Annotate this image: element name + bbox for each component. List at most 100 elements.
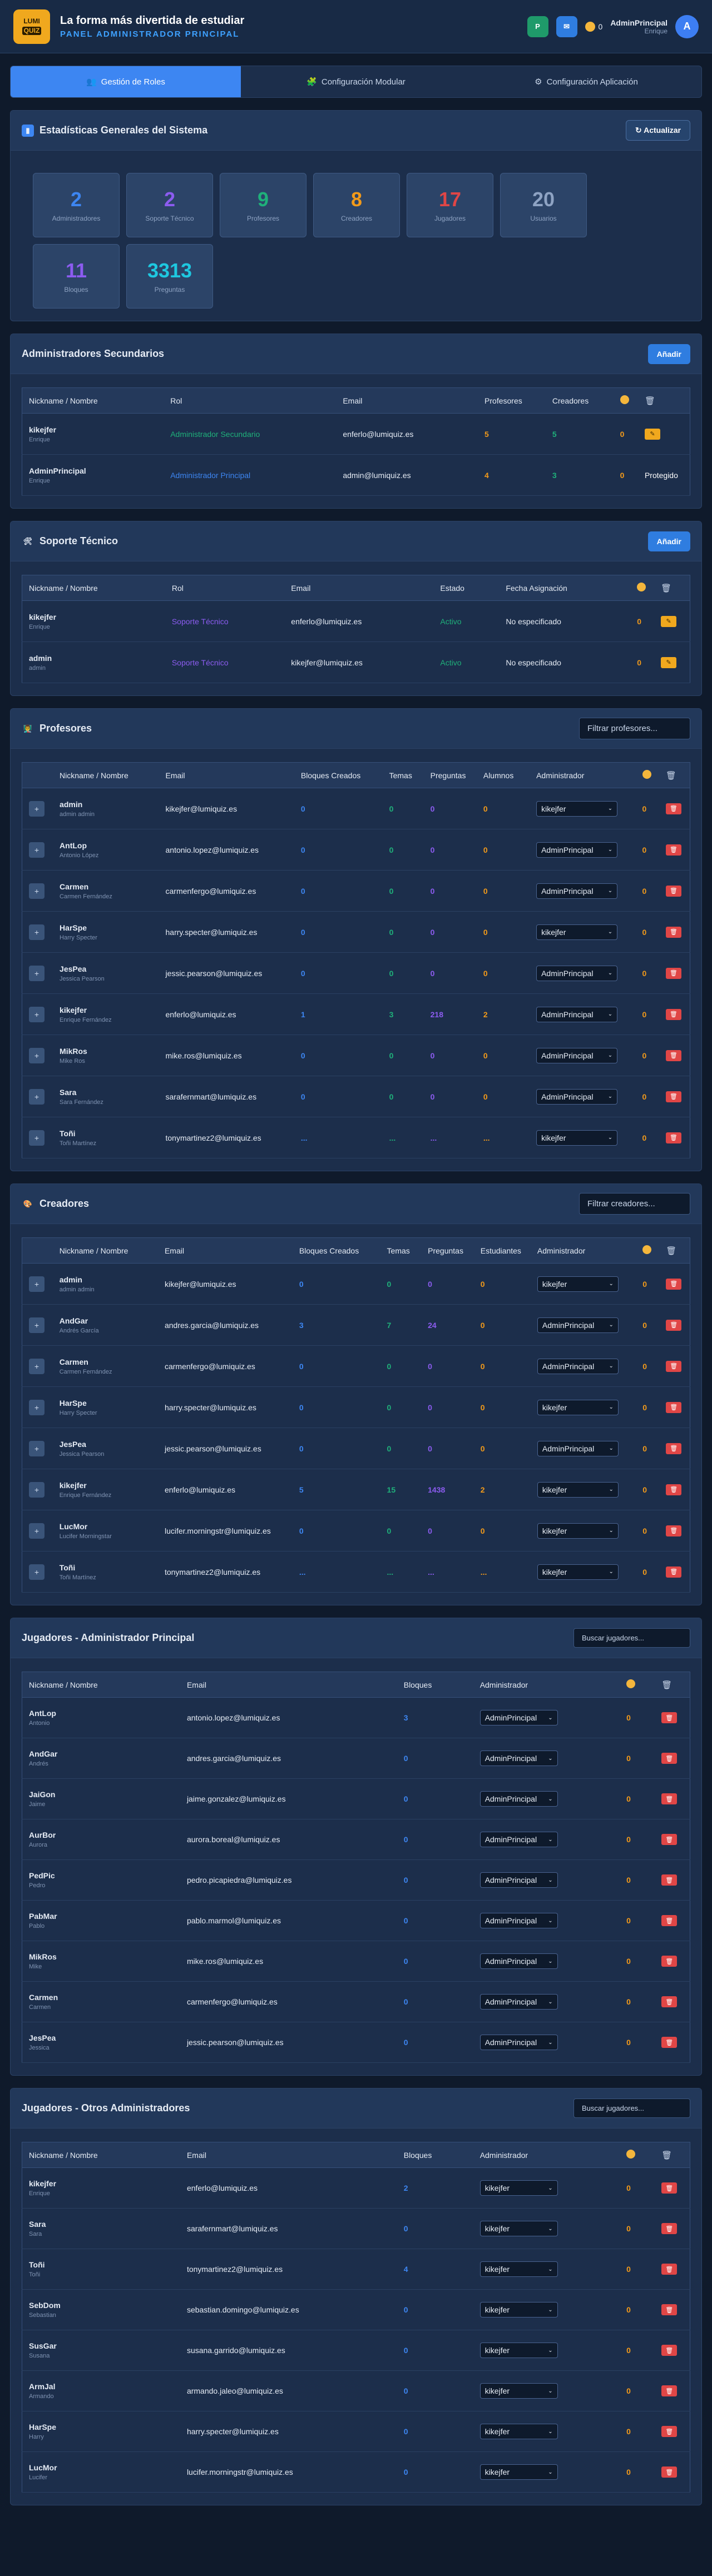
admin-select[interactable]: kikejfer ⌄	[479, 2343, 558, 2358]
delete-button[interactable]: 🗑	[666, 1443, 682, 1454]
admin-select[interactable]: AdminPrincipal ⌄	[479, 1872, 558, 1888]
delete-button[interactable]: 🗑	[665, 885, 681, 897]
expand-button[interactable]: +	[29, 883, 44, 899]
delete-button[interactable]: 🗑	[661, 1834, 678, 1845]
delete-button[interactable]: 🗑	[661, 1712, 678, 1723]
admin-select[interactable]: kikejfer ⌄	[536, 1130, 618, 1146]
expand-button[interactable]: +	[29, 924, 44, 940]
delete-button[interactable]: 🗑	[661, 1874, 678, 1886]
messages-button[interactable]: ✉	[556, 16, 577, 37]
admin-select[interactable]: kikejfer ⌄	[537, 1564, 619, 1580]
edit-button[interactable]: ✎	[644, 428, 660, 440]
delete-button[interactable]: 🗑	[661, 2426, 678, 2437]
admin-select[interactable]: AdminPrincipal ⌄	[537, 1440, 619, 1456]
expand-button[interactable]: +	[29, 842, 44, 858]
admin-select[interactable]: AdminPrincipal ⌄	[536, 1047, 618, 1063]
admin-select[interactable]: kikejfer ⌄	[479, 2383, 558, 2399]
admin-select[interactable]: kikejfer ⌄	[479, 2180, 558, 2196]
delete-button[interactable]: 🗑	[665, 967, 681, 979]
expand-button[interactable]: +	[29, 1481, 44, 1498]
delete-button[interactable]: 🗑	[661, 2037, 678, 2048]
edit-button[interactable]: ✎	[661, 615, 677, 627]
delete-button[interactable]: 🗑	[665, 803, 681, 814]
admin-select[interactable]: AdminPrincipal ⌄	[536, 965, 618, 981]
avatar[interactable]: A	[675, 14, 699, 38]
delete-button[interactable]: 🗑	[661, 2182, 678, 2194]
expand-button[interactable]: +	[29, 1088, 44, 1105]
expand-button[interactable]: +	[29, 1358, 44, 1374]
admin-select[interactable]: AdminPrincipal ⌄	[536, 842, 618, 858]
admin-select[interactable]: AdminPrincipal ⌄	[479, 1791, 558, 1807]
expand-button[interactable]: +	[29, 1564, 44, 1580]
delete-button[interactable]: 🗑	[665, 1050, 681, 1061]
expand-button[interactable]: +	[29, 1317, 44, 1333]
expand-button[interactable]: +	[29, 1399, 44, 1415]
delete-button[interactable]: 🗑	[661, 2345, 678, 2356]
admin-select[interactable]: kikejfer ⌄	[479, 2221, 558, 2236]
admin-select[interactable]: AdminPrincipal ⌄	[479, 1751, 558, 1766]
add-support-button[interactable]: Añadir	[647, 531, 690, 551]
expand-button[interactable]: +	[29, 800, 44, 817]
expand-button[interactable]: +	[29, 1523, 44, 1539]
delete-button[interactable]: 🗑	[661, 2385, 678, 2396]
admin-select[interactable]: kikejfer ⌄	[537, 1481, 619, 1498]
admin-select[interactable]: AdminPrincipal ⌄	[479, 1913, 558, 1928]
teachers-filter-input[interactable]: Filtrar profesores...	[579, 718, 690, 739]
expand-button[interactable]: +	[29, 965, 44, 981]
admin-select[interactable]: AdminPrincipal ⌄	[479, 2035, 558, 2050]
admin-select[interactable]: AdminPrincipal ⌄	[479, 1710, 558, 1725]
creators-filter-input[interactable]: Filtrar creadores...	[579, 1193, 690, 1215]
tab-app-config[interactable]: ⚙ Configuración Aplicación	[471, 66, 701, 97]
expand-button[interactable]: +	[29, 1006, 44, 1022]
admin-select[interactable]: kikejfer ⌄	[479, 2464, 558, 2480]
delete-button[interactable]: 🗑	[666, 1360, 682, 1372]
delete-button[interactable]: 🗑	[665, 1091, 681, 1102]
refresh-button[interactable]: ↻ Actualizar	[625, 120, 690, 141]
delete-button[interactable]: 🗑	[666, 1278, 682, 1290]
admin-select[interactable]: kikejfer ⌄	[537, 1523, 619, 1539]
admin-select[interactable]: AdminPrincipal ⌄	[537, 1317, 619, 1333]
players-other-search-input[interactable]: Buscar jugadores...	[573, 2098, 690, 2118]
admin-select[interactable]: AdminPrincipal ⌄	[537, 1358, 619, 1374]
delete-button[interactable]: 🗑	[661, 2223, 678, 2234]
delete-button[interactable]: 🗑	[666, 1525, 682, 1536]
delete-button[interactable]: 🗑	[661, 2264, 678, 2275]
expand-button[interactable]: +	[29, 1276, 44, 1292]
delete-button[interactable]: 🗑	[666, 1484, 682, 1495]
delete-button[interactable]: 🗑	[666, 1566, 682, 1578]
delete-button[interactable]: 🗑	[661, 1915, 678, 1926]
admin-select[interactable]: kikejfer ⌄	[479, 2261, 558, 2277]
delete-button[interactable]: 🗑	[661, 1753, 678, 1764]
admin-select[interactable]: kikejfer ⌄	[479, 2424, 558, 2439]
players-main-search-input[interactable]: Buscar jugadores...	[573, 1628, 690, 1648]
tab-modular[interactable]: 🧩 Configuración Modular	[241, 66, 471, 97]
delete-button[interactable]: 🗑	[665, 844, 681, 856]
admin-select[interactable]: kikejfer ⌄	[537, 1276, 619, 1292]
admin-select[interactable]: kikejfer ⌄	[479, 2302, 558, 2318]
admin-select[interactable]: AdminPrincipal ⌄	[479, 1953, 558, 1969]
expand-button[interactable]: +	[29, 1440, 44, 1456]
delete-button[interactable]: 🗑	[661, 2304, 678, 2315]
add-admin-button[interactable]: Añadir	[647, 344, 690, 364]
edit-button[interactable]: ✎	[661, 657, 677, 668]
admin-select[interactable]: AdminPrincipal ⌄	[536, 883, 618, 899]
admin-select[interactable]: AdminPrincipal ⌄	[536, 1006, 618, 1022]
delete-button[interactable]: 🗑	[666, 1319, 682, 1331]
expand-button[interactable]: +	[29, 1047, 44, 1063]
admin-select[interactable]: kikejfer ⌄	[537, 1399, 619, 1415]
role-switch-button[interactable]: P	[527, 16, 548, 37]
delete-button[interactable]: 🗑	[665, 1008, 681, 1020]
delete-button[interactable]: 🗑	[661, 1793, 678, 1804]
delete-button[interactable]: 🗑	[661, 1996, 678, 2007]
delete-button[interactable]: 🗑	[665, 926, 681, 938]
admin-select[interactable]: kikejfer ⌄	[536, 800, 618, 817]
admin-select[interactable]: kikejfer ⌄	[536, 924, 618, 940]
delete-button[interactable]: 🗑	[661, 2466, 678, 2478]
delete-button[interactable]: 🗑	[665, 1132, 681, 1143]
delete-button[interactable]: 🗑	[666, 1401, 682, 1413]
lumiquiz-logo[interactable]: LUMI QUIZ	[13, 9, 50, 44]
admin-select[interactable]: AdminPrincipal ⌄	[479, 1832, 558, 1847]
expand-button[interactable]: +	[29, 1130, 44, 1146]
admin-select[interactable]: AdminPrincipal ⌄	[479, 1994, 558, 2010]
admin-select[interactable]: AdminPrincipal ⌄	[536, 1088, 618, 1105]
